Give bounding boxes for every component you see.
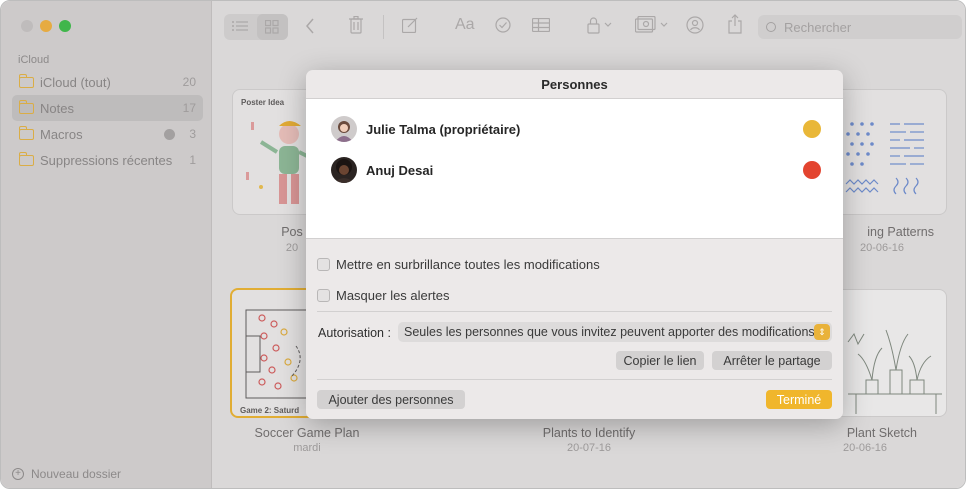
checkbox[interactable] <box>317 289 330 302</box>
avatar <box>331 116 357 142</box>
people-sheet: Personnes Julie Talma (propriétaire) Anu… <box>306 70 843 419</box>
person-row[interactable]: Anuj Desai <box>331 157 821 183</box>
checkbox[interactable] <box>317 258 330 271</box>
person-color-dot <box>803 120 821 138</box>
permission-value: Seules les personnes que vous invitez pe… <box>404 325 815 339</box>
divider <box>317 311 832 312</box>
stop-sharing-button[interactable]: Arrêter le partage <box>712 351 832 370</box>
checkbox-label: Mettre en surbrillance toutes les modifi… <box>336 257 600 272</box>
permission-label: Autorisation : <box>318 326 391 340</box>
permission-select[interactable]: Seules les personnes que vous invitez pe… <box>398 322 832 342</box>
hide-alerts-checkbox[interactable]: Masquer les alertes <box>317 288 449 303</box>
sheet-title: Personnes <box>306 70 843 99</box>
chevron-updown-icon: ⇕ <box>814 324 830 340</box>
person-name: Julie Talma (propriétaire) <box>366 121 521 137</box>
notes-window: iCloud iCloud (tout) 20 Notes 17 Macros … <box>0 0 966 489</box>
person-color-dot <box>803 161 821 179</box>
done-button[interactable]: Terminé <box>766 390 832 409</box>
copy-link-button[interactable]: Copier le lien <box>616 351 704 370</box>
person-name: Anuj Desai <box>366 162 434 178</box>
checkbox-label: Masquer les alertes <box>336 288 450 303</box>
highlight-changes-checkbox[interactable]: Mettre en surbrillance toutes les modifi… <box>317 257 600 272</box>
person-row[interactable]: Julie Talma (propriétaire) <box>331 116 821 142</box>
add-people-button[interactable]: Ajouter des personnes <box>317 390 465 409</box>
divider <box>317 379 832 380</box>
people-list: Julie Talma (propriétaire) Anuj Desai <box>306 99 843 239</box>
avatar <box>331 157 357 183</box>
